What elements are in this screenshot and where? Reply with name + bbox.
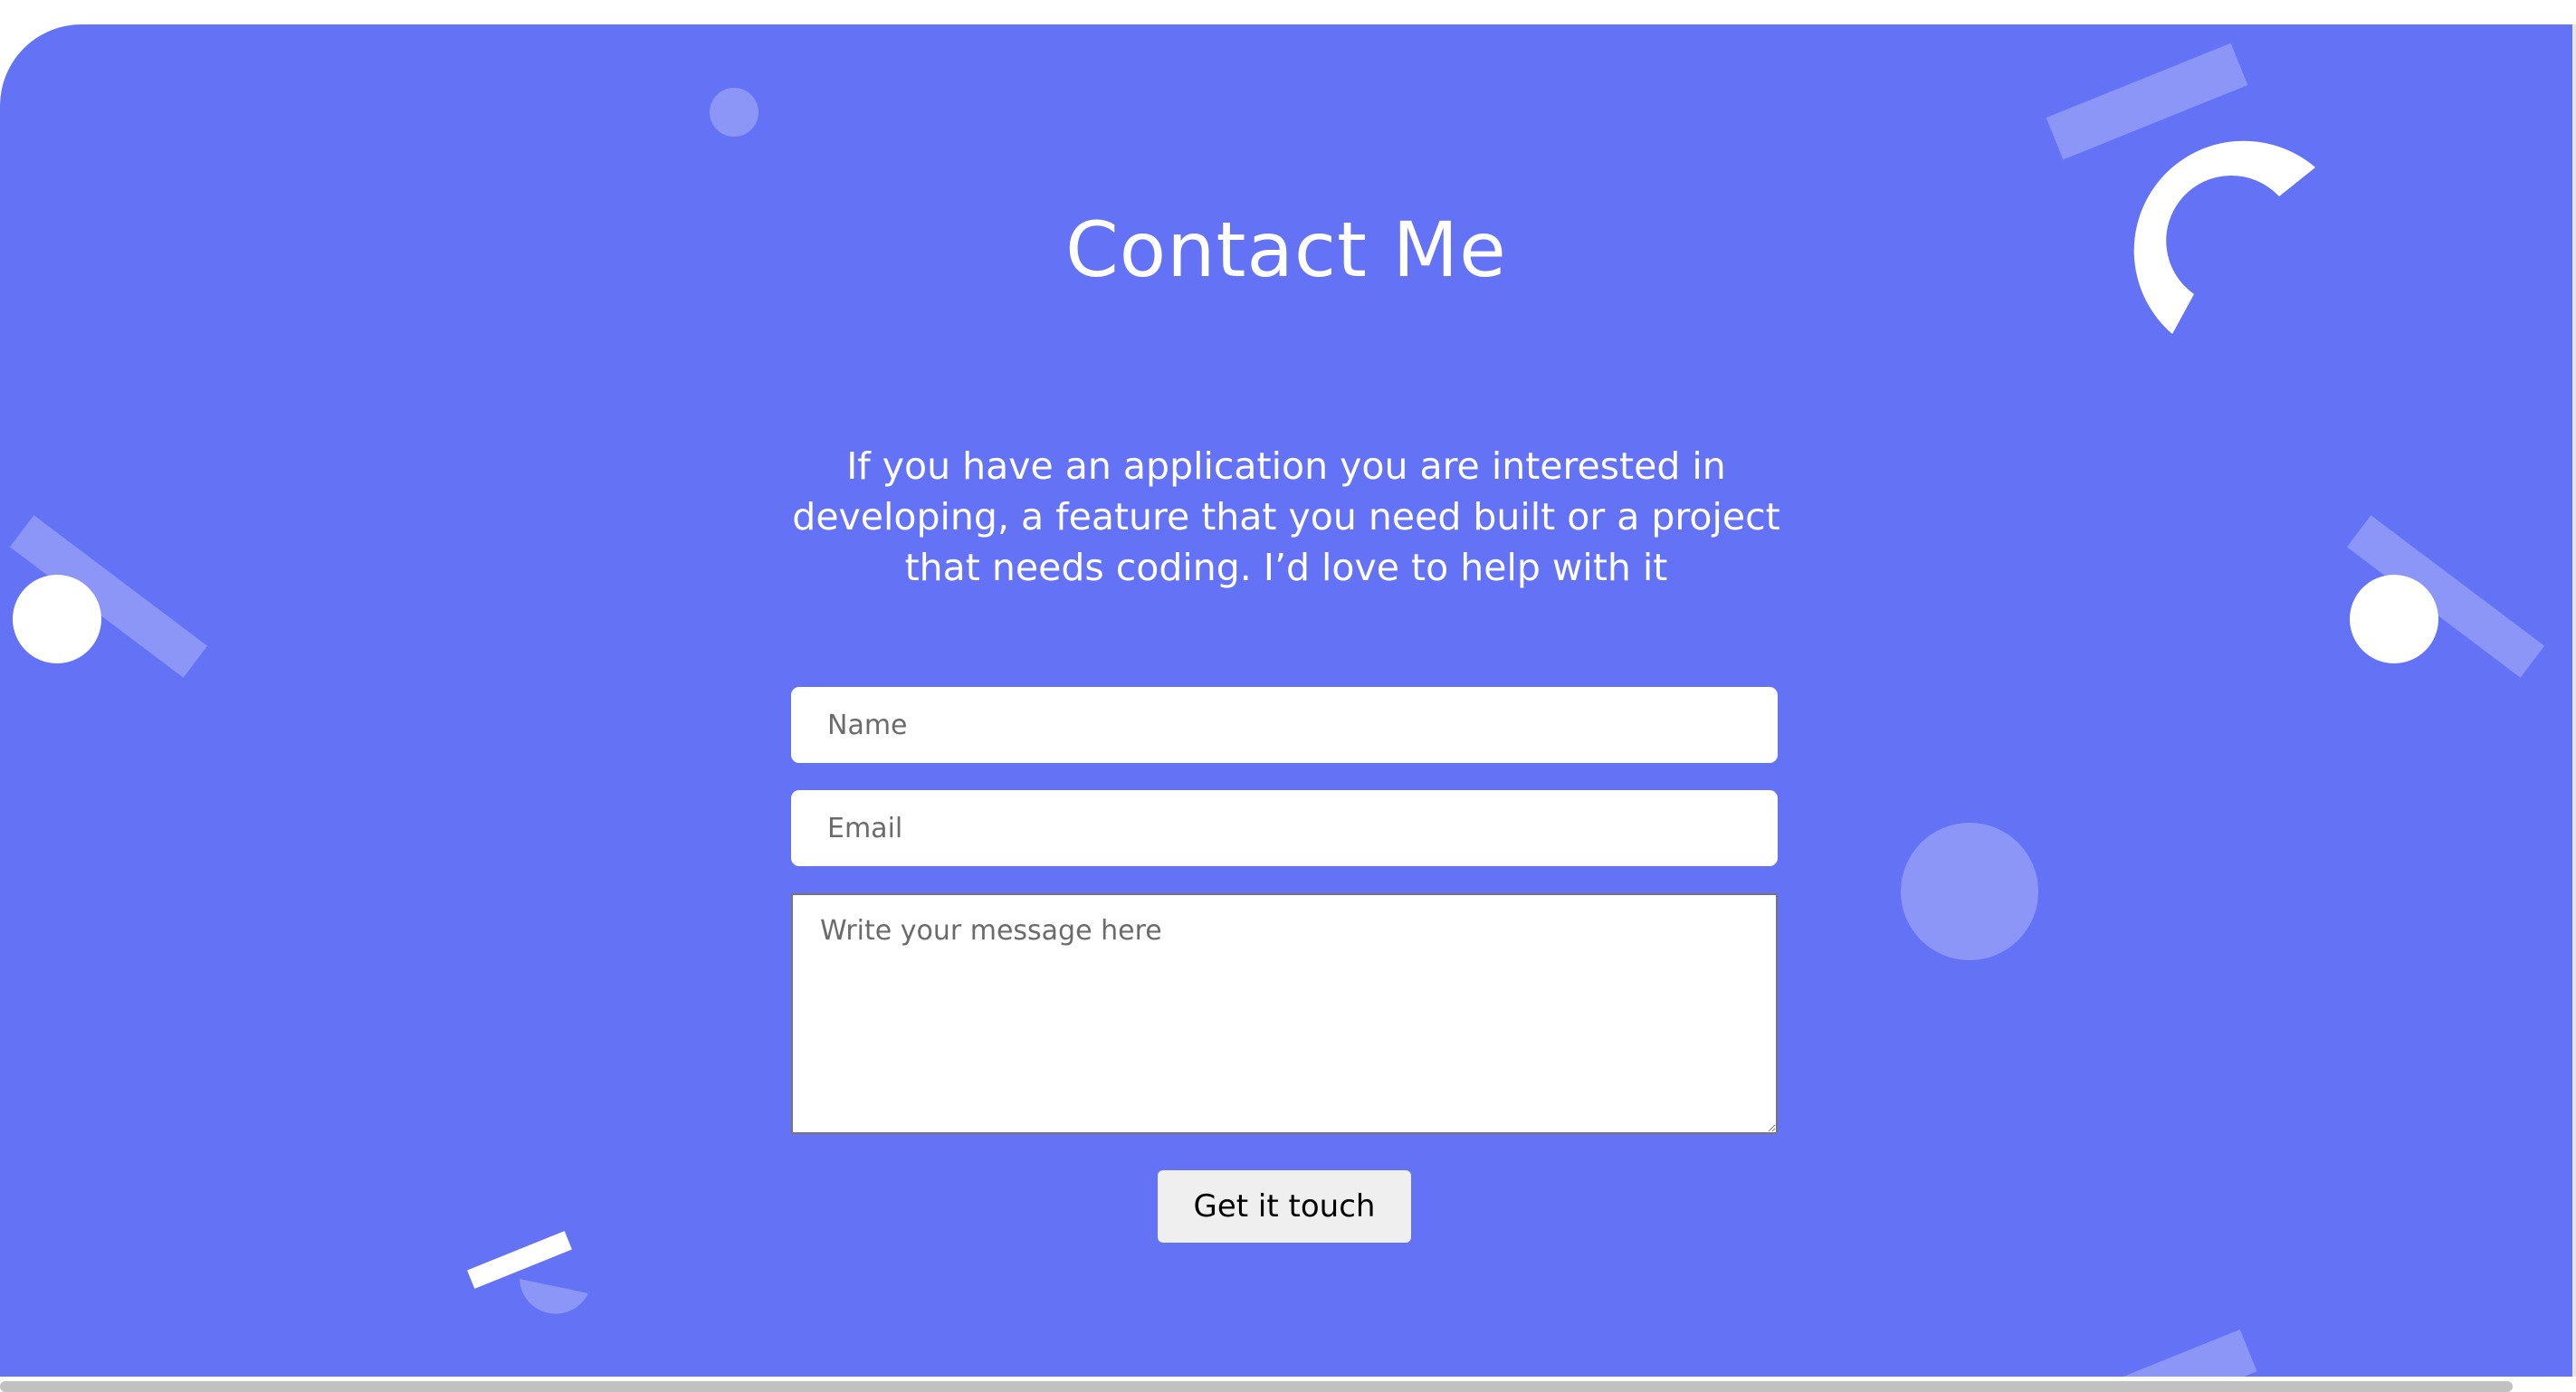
name-field[interactable] bbox=[791, 687, 1778, 763]
decor-circle-right bbox=[2350, 575, 2438, 663]
page: Contact Me If you have an application yo… bbox=[0, 0, 2576, 1392]
email-field[interactable] bbox=[791, 790, 1778, 866]
decor-circle-left bbox=[13, 575, 101, 663]
page-title: Contact Me bbox=[1065, 205, 1507, 294]
decor-half-circle-icon bbox=[520, 1279, 588, 1314]
intro-text: If you have an application you are inter… bbox=[792, 444, 1780, 589]
submit-button[interactable]: Get it touch bbox=[1158, 1170, 1411, 1243]
horizontal-scrollbar[interactable] bbox=[0, 1381, 2513, 1392]
decor-circle-small bbox=[710, 88, 758, 137]
contact-section: Contact Me If you have an application yo… bbox=[0, 24, 2572, 1377]
decor-circle-large bbox=[1901, 823, 2038, 960]
message-field[interactable] bbox=[791, 893, 1778, 1134]
decor-bar-bottom-right bbox=[2105, 1329, 2257, 1377]
window-edge bbox=[2572, 24, 2576, 1377]
